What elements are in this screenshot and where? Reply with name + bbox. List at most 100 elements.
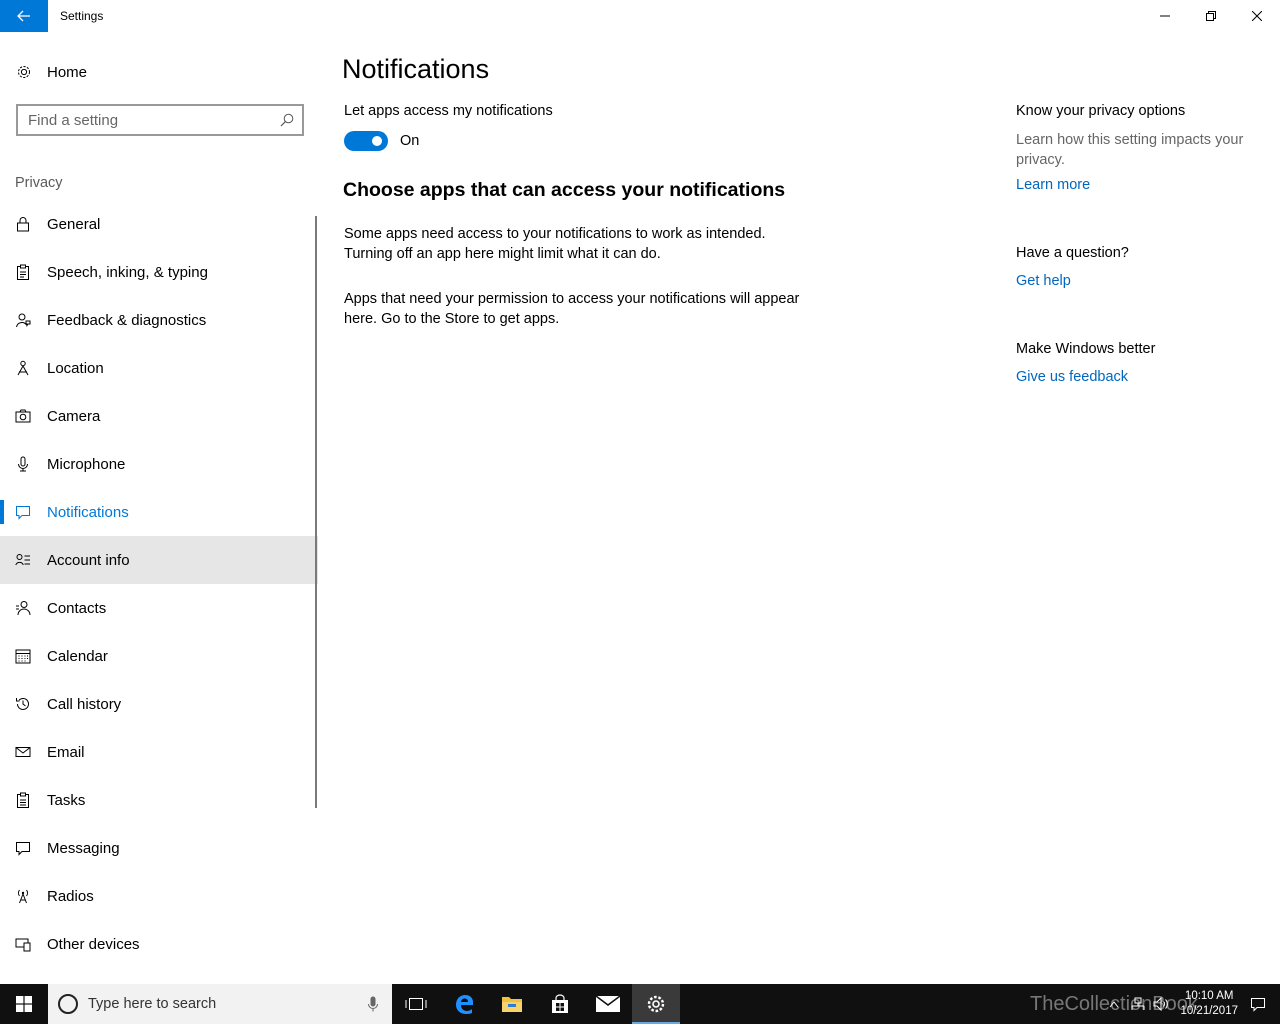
mail-icon [596, 996, 620, 1012]
devices-icon [0, 936, 47, 952]
home-nav[interactable]: Home [0, 56, 320, 88]
minimize-button[interactable] [1142, 0, 1188, 32]
tasks-icon [0, 792, 47, 808]
sidebar-item-messaging[interactable]: Messaging [0, 824, 318, 872]
section-heading: Choose apps that can access your notific… [343, 179, 786, 201]
store-bag-icon [552, 994, 568, 1013]
home-label: Home [47, 63, 88, 81]
learn-more-link[interactable]: Learn more [1016, 177, 1090, 193]
cortana-icon [58, 994, 78, 1014]
sidebar-item-speech[interactable]: Speech, inking, & typing [0, 248, 318, 296]
sidebar-item-general[interactable]: General [0, 200, 318, 248]
sidebar-item-label: Microphone [47, 455, 126, 473]
sidebar-item-notifications[interactable]: Notifications [0, 488, 318, 536]
sidebar-item-label: Location [47, 359, 104, 377]
sidebar: Home Find a setting Privacy General Spee… [0, 32, 320, 984]
person-feedback-icon [0, 312, 47, 328]
clock[interactable]: 10:10 AM 10/21/2017 [1180, 989, 1238, 1019]
camera-icon [0, 408, 47, 424]
file-explorer-button[interactable] [488, 984, 536, 1024]
sidebar-item-camera[interactable]: Camera [0, 392, 318, 440]
taskbar-search-placeholder: Type here to search [88, 996, 217, 1012]
task-view-button[interactable] [392, 984, 440, 1024]
title-bar: Settings [0, 0, 1280, 32]
minimize-icon [1160, 15, 1170, 17]
mail-app-button[interactable] [584, 984, 632, 1024]
settings-app-button[interactable] [632, 984, 680, 1024]
sidebar-item-label: Radios [47, 887, 94, 905]
clock-time: 10:10 AM [1184, 990, 1234, 1002]
sidebar-item-label: Messaging [47, 839, 120, 857]
sidebar-item-tasks[interactable]: Tasks [0, 776, 318, 824]
gear-icon [0, 64, 48, 80]
sidebar-item-label: General [47, 215, 101, 233]
empty-state-text: Apps that need your permission to access… [344, 291, 800, 327]
sidebar-item-account-info[interactable]: Account info [0, 536, 318, 584]
search-placeholder: Find a setting [28, 111, 119, 129]
windows-logo-icon [16, 996, 32, 1012]
restore-icon [1206, 11, 1216, 21]
settings-search-input[interactable]: Find a setting [16, 104, 304, 136]
microphone-icon[interactable] [368, 996, 378, 1012]
sidebar-scrollbar[interactable] [315, 216, 317, 808]
get-help-link[interactable]: Get help [1016, 273, 1071, 289]
folder-icon [502, 997, 522, 1012]
give-feedback-link[interactable]: Give us feedback [1016, 369, 1128, 385]
search-icon[interactable] [272, 113, 302, 127]
edge-icon [456, 995, 473, 1014]
notifications-access-toggle[interactable] [344, 131, 388, 151]
description-text: Some apps need access to your notificati… [344, 226, 766, 262]
sidebar-item-label: Calendar [47, 647, 108, 665]
sidebar-item-call-history[interactable]: Call history [0, 680, 318, 728]
volume-icon[interactable] [1150, 997, 1174, 1011]
close-icon [1252, 11, 1262, 21]
sidebar-item-label: Notifications [47, 503, 129, 521]
restore-button[interactable] [1188, 0, 1234, 32]
start-button[interactable] [0, 984, 48, 1024]
task-view-icon [405, 998, 427, 1010]
toggle-state-text: On [400, 133, 420, 149]
sidebar-item-label: Speech, inking, & typing [47, 263, 208, 281]
edge-browser-button[interactable] [440, 984, 488, 1024]
window-title: Settings [60, 9, 104, 23]
toggle-knob [372, 136, 382, 146]
sidebar-item-label: Camera [47, 407, 101, 425]
notification-icon [0, 504, 47, 520]
back-arrow-icon [17, 10, 30, 22]
sidebar-item-label: Email [47, 743, 85, 761]
microphone-icon [0, 456, 47, 472]
sidebar-item-calendar[interactable]: Calendar [0, 632, 318, 680]
better-heading: Make Windows better [1016, 341, 1156, 357]
taskbar-search-box[interactable]: Type here to search [48, 984, 392, 1024]
sidebar-item-feedback[interactable]: Feedback & diagnostics [0, 296, 318, 344]
sidebar-item-radios[interactable]: Radios [0, 872, 318, 920]
toggle-label: Let apps access my notifications [344, 103, 553, 119]
clock-date: 10/21/2017 [1180, 1005, 1238, 1017]
history-icon [0, 696, 47, 712]
privacy-text: Learn how this setting impacts your priv… [1016, 132, 1244, 168]
page-title: Notifications [342, 54, 490, 84]
account-info-icon [0, 552, 47, 568]
action-center-icon[interactable] [1246, 996, 1270, 1012]
location-icon [0, 360, 47, 376]
store-button[interactable] [536, 984, 584, 1024]
calendar-icon [0, 648, 47, 664]
back-button[interactable] [0, 0, 48, 32]
sidebar-item-other-devices[interactable]: Other devices [0, 920, 318, 968]
sidebar-item-contacts[interactable]: Contacts [0, 584, 318, 632]
privacy-heading: Know your privacy options [1016, 103, 1186, 119]
sidebar-item-label: Tasks [47, 791, 86, 809]
sidebar-item-location[interactable]: Location [0, 344, 318, 392]
message-icon [0, 840, 47, 856]
network-icon[interactable] [1126, 997, 1150, 1011]
close-button[interactable] [1234, 0, 1280, 32]
sidebar-item-label: Account info [47, 551, 130, 569]
contacts-icon [0, 600, 47, 616]
clipboard-icon [0, 264, 47, 280]
sidebar-item-microphone[interactable]: Microphone [0, 440, 318, 488]
show-hidden-icons-chevron-icon[interactable] [1102, 1000, 1126, 1008]
question-heading: Have a question? [1016, 245, 1129, 261]
window-controls [1142, 0, 1280, 32]
mail-icon [0, 744, 47, 760]
sidebar-item-email[interactable]: Email [0, 728, 318, 776]
